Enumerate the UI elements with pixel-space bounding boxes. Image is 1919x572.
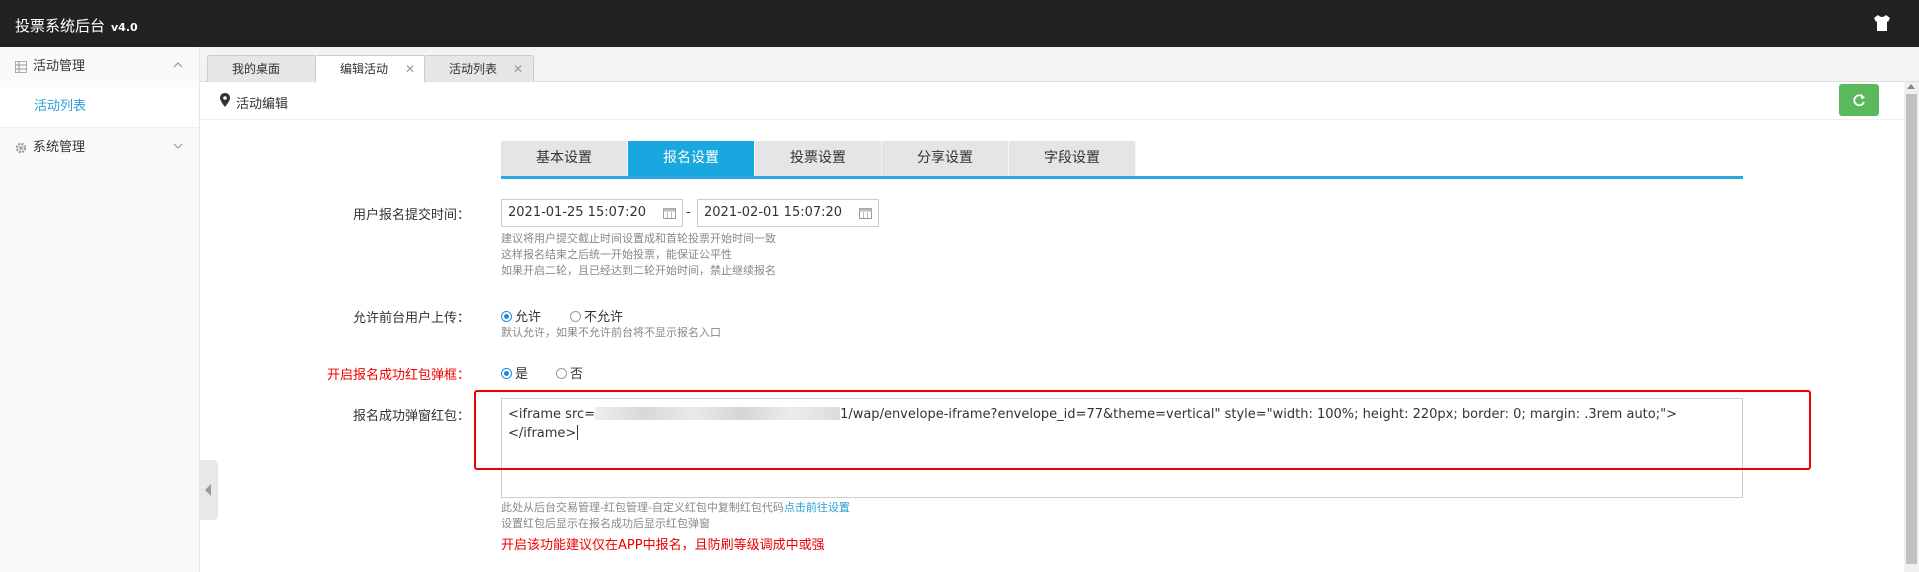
close-icon[interactable]: ✕ [513, 56, 523, 82]
tab-vote-settings[interactable]: 投票设置 [755, 141, 882, 176]
allow-upload-hint: 默认允许，如果不允许前台将不显示报名入口 [501, 326, 721, 339]
end-date-value: 2021-02-01 15:07:20 [704, 205, 843, 220]
triangle-left-icon [205, 484, 211, 496]
scrollbar-thumb[interactable] [1906, 94, 1917, 564]
tab-field-settings[interactable]: 字段设置 [1009, 141, 1136, 176]
page-tabs-bar: 我的桌面 编辑活动 ✕ 活动列表 ✕ [200, 47, 1919, 83]
sidebar-group-system[interactable]: 系统管理 [0, 128, 199, 168]
tab-my-desktop[interactable]: 我的桌面 [207, 55, 317, 82]
hint-line: 此处从后台交易管理-红包管理-自定义红包中复制红包代码点击前往设置 [501, 500, 850, 516]
chevron-up-icon [173, 62, 183, 68]
radio-disallow[interactable]: 不允许 [570, 306, 623, 325]
map-pin-icon [220, 93, 230, 107]
hint-line: 这样报名结束之后统一开始投票，能保证公平性 [501, 248, 732, 261]
refresh-icon [1853, 94, 1865, 107]
settings-tabs: 基本设置 报名设置 投票设置 分享设置 字段设置 [501, 141, 1743, 179]
red-packet-warning: 开启该功能建议仅在APP中报名，且防刷等级调成中或强 [501, 538, 825, 553]
tshirt-icon[interactable] [1873, 15, 1891, 31]
hint-line: 设置红包后显示在报名成功后显示红包弹窗 [501, 517, 710, 530]
grid-icon [15, 61, 27, 73]
submit-time-label: 用户报名提交时间： [352, 208, 470, 223]
settings-link[interactable]: 点击前往设置 [784, 501, 850, 514]
tab-activity-list[interactable]: 活动列表 ✕ [424, 55, 534, 82]
tab-label: 活动列表 [449, 62, 498, 76]
sidebar-group-activity[interactable]: 活动管理 [0, 47, 199, 87]
sidebar: 活动管理 活动列表 系统管理 [0, 47, 200, 572]
tab-edit-activity[interactable]: 编辑活动 ✕ [315, 55, 426, 83]
start-date-input[interactable]: 2021-01-25 15:07:20 [501, 199, 683, 227]
radio-label: 不允许 [584, 310, 624, 325]
radio-label: 否 [570, 367, 584, 382]
breadcrumb: 活动编辑 [200, 82, 1915, 120]
red-packet-hint: 此处从后台交易管理-红包管理-自定义红包中复制红包代码点击前往设置 设置红包后显… [501, 500, 850, 532]
app-title-text: 投票系统后台 [15, 17, 106, 35]
top-header: 投票系统后台 v4.0 [0, 0, 1919, 47]
tab-label: 编辑活动 [340, 62, 389, 76]
hint-line: 如果开启二轮，且已经达到二轮开始时间，禁止继续报名 [501, 264, 776, 277]
tab-basic-settings[interactable]: 基本设置 [501, 141, 628, 176]
app-version: v4.0 [111, 21, 138, 34]
sidebar-item-activity-list[interactable]: 活动列表 [0, 87, 199, 127]
end-date-input[interactable]: 2021-02-01 15:07:20 [697, 199, 879, 227]
radio-checked-icon [501, 311, 512, 322]
tab-share-settings[interactable]: 分享设置 [882, 141, 1009, 176]
close-icon[interactable]: ✕ [405, 56, 415, 82]
hint-text: 此处从后台交易管理-红包管理-自定义红包中复制红包代码 [501, 501, 784, 514]
chevron-down-icon [173, 143, 183, 149]
gear-icon [15, 142, 27, 154]
start-date-value: 2021-01-25 15:07:20 [508, 205, 647, 220]
submit-time-hint: 建议将用户提交截止时间设置成和首轮投票开始时间一致 这样报名结束之后统一开始投票… [501, 231, 776, 279]
radio-checked-icon [501, 368, 512, 379]
radio-label: 允许 [515, 310, 542, 325]
date-separator: - [686, 205, 691, 220]
sidebar-group-label: 活动管理 [33, 59, 86, 74]
radio-allow[interactable]: 允许 [501, 306, 541, 325]
tab-label: 我的桌面 [232, 62, 281, 76]
app-title: 投票系统后台 v4.0 [15, 15, 138, 36]
page-scrollbar[interactable] [1904, 82, 1919, 572]
sidebar-collapse-handle[interactable] [200, 460, 218, 520]
radio-yes[interactable]: 是 [501, 363, 528, 382]
tab-signup-settings[interactable]: 报名设置 [628, 141, 755, 176]
red-packet-popup-label: 开启报名成功红包弹框： [326, 368, 470, 383]
calendar-icon[interactable] [859, 207, 872, 219]
calendar-icon[interactable] [663, 207, 676, 219]
radio-unchecked-icon [570, 311, 581, 322]
radio-unchecked-icon [556, 368, 567, 379]
refresh-button[interactable] [1839, 84, 1879, 116]
radio-no[interactable]: 否 [556, 363, 583, 382]
hint-line: 建议将用户提交截止时间设置成和首轮投票开始时间一致 [501, 232, 776, 245]
radio-label: 是 [515, 367, 529, 382]
breadcrumb-label: 活动编辑 [236, 97, 289, 112]
sidebar-group-label: 系统管理 [33, 140, 86, 155]
scroll-up-icon[interactable] [1907, 84, 1915, 89]
red-packet-code-label: 报名成功弹窗红包： [352, 409, 470, 424]
allow-upload-label: 允许前台用户上传： [352, 311, 470, 326]
highlight-box [474, 390, 1811, 470]
